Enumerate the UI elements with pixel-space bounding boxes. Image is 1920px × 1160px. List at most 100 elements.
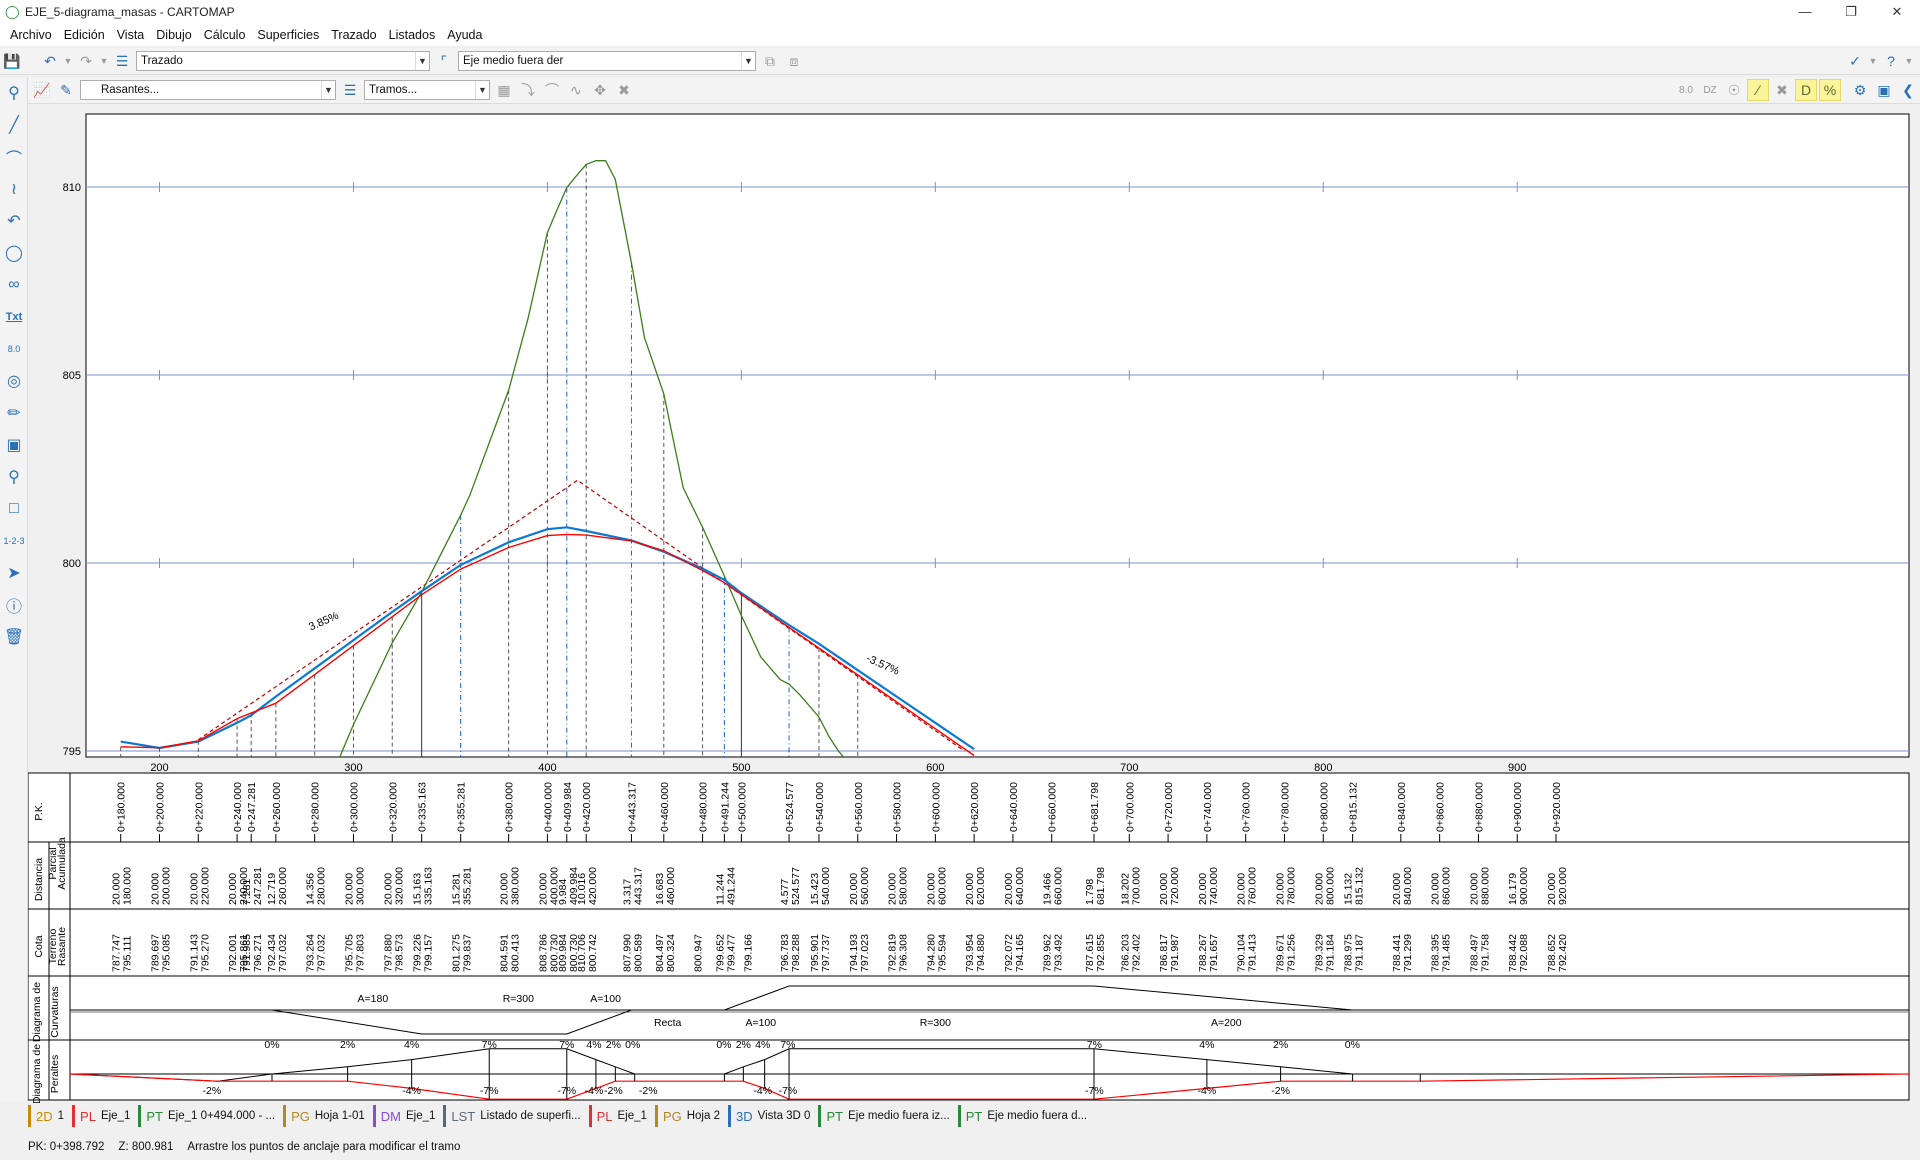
tab-type-icon: PL [596, 1108, 613, 1124]
panel-icon[interactable]: ▣ [1873, 79, 1895, 101]
pin-icon[interactable]: ⚲ [0, 461, 28, 493]
menu-ayuda[interactable]: Ayuda [441, 28, 488, 42]
rasante-value: 799.157 [423, 934, 435, 972]
document-tab[interactable]: PT Eje medio fuera d... [957, 1105, 1093, 1127]
arc-vertex-icon[interactable]: ⌒ [541, 79, 563, 101]
chevron-down-icon[interactable]: ▼ [321, 81, 335, 99]
label-value-icon[interactable]: 8.0 [1675, 79, 1697, 101]
network-icon[interactable]: ☉ [1723, 79, 1745, 101]
close-icon[interactable]: ✕ [1874, 0, 1920, 24]
tile-window-icon[interactable]: ⧈ [783, 50, 805, 72]
document-tab[interactable]: 2D 1 [28, 1105, 70, 1127]
info-icon[interactable]: ⓘ [0, 589, 28, 621]
menu-c-lculo[interactable]: Cálculo [198, 28, 252, 42]
document-tab[interactable]: PG Hoja 1-01 [283, 1105, 371, 1127]
profile-drawing-canvas[interactable]: 795800805810200 300 400 500 600 700 800 9003.85… [28, 107, 1920, 1103]
x-tick-label: 700 [1120, 762, 1138, 774]
list-icon[interactable]: ☰ [339, 79, 361, 101]
acumulada-value: 880.000 [1479, 867, 1491, 905]
restore-icon[interactable]: ❐ [1828, 0, 1874, 24]
document-tab[interactable]: PL Eje_1 [588, 1105, 653, 1127]
curve-vertex-icon[interactable]: ∿ [565, 79, 587, 101]
help-dropdown-icon[interactable]: ▼ [1904, 50, 1914, 72]
undo-dropdown-icon[interactable]: ▼ [63, 50, 73, 72]
chevron-left-icon[interactable]: ❮ [1897, 79, 1919, 101]
trash-icon[interactable]: 🗑 [0, 621, 28, 653]
dimension-icon[interactable]: 8.0 [0, 333, 28, 365]
snap-d-icon[interactable]: D [1795, 79, 1817, 101]
polygon-icon[interactable]: □ [0, 493, 28, 525]
dz-icon[interactable]: DZ [1699, 79, 1721, 101]
infinity-icon[interactable]: ∞ [0, 269, 28, 301]
text-icon[interactable]: Txt [0, 301, 28, 333]
help-icon[interactable]: ? [1880, 50, 1902, 72]
add-vertex-icon[interactable]: ⤵ [517, 79, 539, 101]
image-icon[interactable]: ▣ [0, 429, 28, 461]
numbering-icon[interactable]: 1-2-3 [0, 525, 28, 557]
rasante-value: 791.657 [1208, 934, 1220, 972]
document-tab[interactable]: 3D Vista 3D 0 [727, 1105, 816, 1127]
rasante-value: 798.288 [790, 934, 802, 972]
document-tab[interactable]: DM Eje_1 [372, 1105, 442, 1127]
axis-combo[interactable]: Eje medio fuera der ▼ [458, 51, 756, 71]
rasante-value: 794.880 [975, 934, 987, 972]
rasante-value: 796.308 [898, 934, 910, 972]
tab-label: Eje_1 [405, 1110, 436, 1122]
rasante-value: 792.855 [1095, 934, 1107, 972]
chevron-down-icon[interactable]: ▼ [415, 52, 429, 70]
redo-icon[interactable]: ↷ [75, 50, 97, 72]
y-tick-label: 800 [63, 558, 81, 570]
undo-icon[interactable]: ↶ [39, 50, 61, 72]
layer-combo[interactable]: Trazado ▼ [136, 51, 430, 71]
document-tab[interactable]: PG Hoja 2 [654, 1105, 726, 1127]
chevron-down-icon[interactable]: ▼ [741, 52, 755, 70]
acumulada-value: 840.000 [1402, 867, 1414, 905]
tramos-combo[interactable]: Tramos... ▼ [364, 80, 490, 100]
menu-dibujo[interactable]: Dibujo [150, 28, 197, 42]
delete-vertex-icon[interactable]: ✖ [613, 79, 635, 101]
snap-line-icon[interactable]: ∕ [1747, 79, 1769, 101]
zoom-icon[interactable]: ⚲ [0, 77, 28, 109]
x-tick-label: 900 [1508, 762, 1526, 774]
check-dropdown-icon[interactable]: ▼ [1868, 50, 1878, 72]
profile-edit-icon[interactable]: ✎ [55, 79, 77, 101]
chevron-down-icon[interactable]: ▼ [475, 81, 489, 99]
snap-cross-icon[interactable]: ✖ [1771, 79, 1793, 101]
acumulada-value: 920.000 [1557, 867, 1569, 905]
minimize-icon[interactable]: — [1782, 0, 1828, 24]
document-tab[interactable]: PT Eje medio fuera iz... [818, 1105, 955, 1127]
axis-icon[interactable]: ⌜ [433, 50, 455, 72]
ruler-icon[interactable]: ✏ [0, 397, 28, 429]
menu-archivo[interactable]: Archivo [4, 28, 58, 42]
menu-bar: Archivo Edición Vista Dibujo Cálculo Superfic… [0, 24, 1920, 46]
copy-window-icon[interactable]: ⧉ [759, 50, 781, 72]
line-icon[interactable]: ╱ [0, 109, 28, 141]
menu-vista[interactable]: Vista [111, 28, 151, 42]
row-label-peraltes: Peraltes [49, 1055, 61, 1094]
document-tab[interactable]: LST Listado de superfi... [443, 1105, 586, 1127]
menu-superficies[interactable]: Superficies [251, 28, 325, 42]
arc-icon[interactable]: ⌒ [0, 141, 28, 173]
acumulada-value: 260.000 [277, 867, 289, 905]
pointer-icon[interactable]: ➤ [0, 557, 28, 589]
circle-icon[interactable]: ◯ [0, 237, 28, 269]
snap-percent-icon[interactable]: % [1819, 79, 1841, 101]
save-icon[interactable]: 💾 [1, 50, 23, 72]
menu-trazado[interactable]: Trazado [325, 28, 382, 42]
pk-value: 0+700.000 [1124, 782, 1136, 832]
spiral-icon[interactable]: ↶ [0, 205, 28, 237]
rasantes-combo[interactable]: Rasantes... ▼ [80, 80, 336, 100]
profile-chart-icon[interactable]: 📈 [31, 79, 53, 101]
layers-icon[interactable]: ☰ [111, 50, 133, 72]
table-icon[interactable]: ▦ [493, 79, 515, 101]
menu-listados[interactable]: Listados [383, 28, 442, 42]
document-tab[interactable]: PL Eje_1 [72, 1105, 136, 1127]
target-icon[interactable]: ◎ [0, 365, 28, 397]
curve-radius-icon[interactable]: ≀ [0, 173, 28, 205]
document-tab[interactable]: PT Eje_1 0+494.000 - ... [138, 1105, 281, 1127]
settings-icon[interactable]: ⚙ [1849, 79, 1871, 101]
check-circle-icon[interactable]: ✓ [1844, 50, 1866, 72]
move-vertex-icon[interactable]: ✥ [589, 79, 611, 101]
redo-dropdown-icon[interactable]: ▼ [99, 50, 109, 72]
menu-edici-n[interactable]: Edición [58, 28, 111, 42]
